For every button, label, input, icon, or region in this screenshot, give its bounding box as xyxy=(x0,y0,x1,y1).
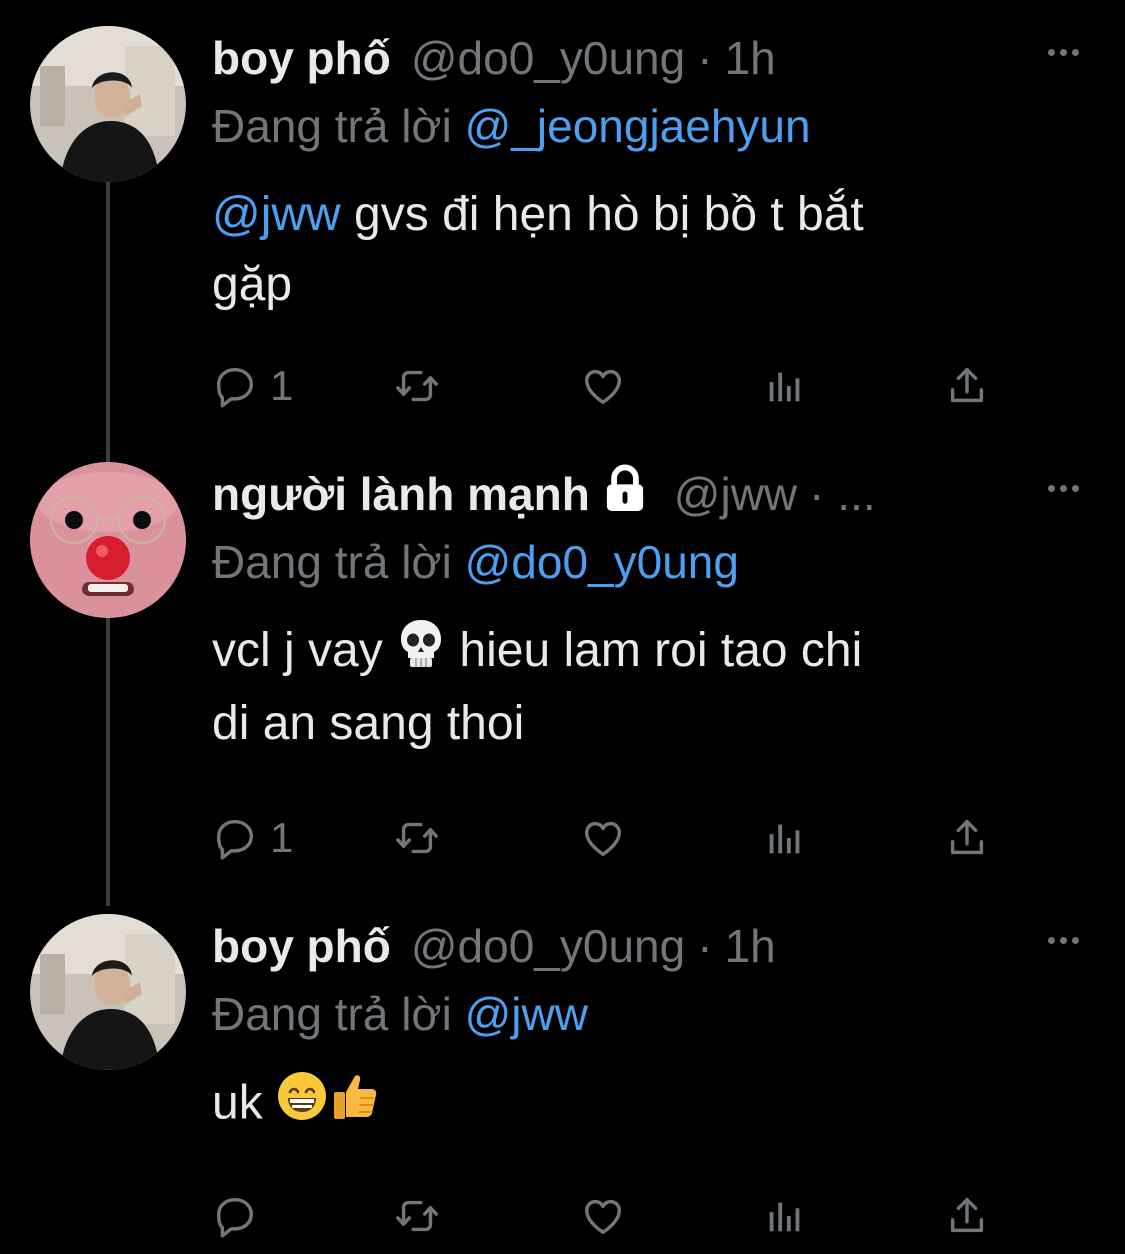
avatar[interactable] xyxy=(30,26,186,182)
retweet-icon xyxy=(396,822,438,854)
user-handle[interactable]: @do0_y0ung xyxy=(411,918,685,974)
replying-to-label: Đang trả lời xyxy=(212,988,452,1040)
reply-count: 1 xyxy=(270,814,294,861)
tweet-text: vcl j vay hieu lam roi tao chi di an san… xyxy=(212,616,1085,759)
display-name[interactable]: boy phố xyxy=(212,918,391,974)
like-button[interactable] xyxy=(580,356,626,416)
action-bar xyxy=(212,1186,1012,1246)
replying-to-link[interactable]: @jww xyxy=(465,988,588,1040)
tweet-text-line: uk xyxy=(212,1076,263,1130)
reply-icon xyxy=(216,1197,254,1238)
thumbs-up-emoji xyxy=(328,1068,384,1144)
timestamp[interactable]: 1h xyxy=(725,30,776,86)
replying-to-label: Đang trả lời xyxy=(212,100,452,152)
more-icon[interactable] xyxy=(1041,920,1085,960)
reply-button[interactable]: 1 xyxy=(212,356,293,416)
avatar[interactable] xyxy=(30,462,186,618)
share-icon xyxy=(950,819,984,855)
timestamp[interactable]: · ... xyxy=(809,466,875,522)
replying-to-label: Đang trả lời xyxy=(212,536,452,588)
share-button[interactable] xyxy=(944,356,990,416)
action-bar: 1 xyxy=(212,808,1012,868)
analytics-icon xyxy=(769,372,800,402)
analytics-button[interactable] xyxy=(762,808,808,868)
grin-emoji xyxy=(276,1070,328,1142)
like-icon xyxy=(584,821,622,857)
like-icon xyxy=(584,1199,622,1235)
replying-to: Đang trả lời @do0_y0ung xyxy=(212,530,1085,594)
avatar[interactable] xyxy=(30,914,186,1070)
reply-count: 1 xyxy=(270,362,294,409)
more-icon[interactable] xyxy=(1041,468,1085,508)
like-icon xyxy=(584,369,622,405)
tweet[interactable]: người lành mạnh @jww · ... Đang trả lời … xyxy=(0,462,1125,882)
tweet[interactable]: boy phố @do0_y0ung · 1h Đang trả lời @_j… xyxy=(0,26,1125,446)
timestamp[interactable]: 1h xyxy=(725,918,776,974)
reply-button[interactable]: 1 xyxy=(212,808,293,868)
tweet-text: uk xyxy=(212,1068,1085,1144)
action-bar: 1 xyxy=(212,356,1012,416)
tweet-text-line: di an sang thoi xyxy=(212,697,525,751)
tweet-text-line: vcl j vay xyxy=(212,624,383,677)
like-button[interactable] xyxy=(580,1186,626,1246)
lock-icon xyxy=(596,459,654,529)
retweet-icon xyxy=(396,370,438,402)
replying-to: Đang trả lời @_jeongjaehyun xyxy=(212,94,1085,158)
separator-dot: · xyxy=(697,920,713,972)
user-handle[interactable]: @jww xyxy=(674,466,797,522)
reply-icon xyxy=(216,367,254,408)
replying-to-link[interactable]: @_jeongjaehyun xyxy=(465,100,811,152)
reply-button[interactable] xyxy=(212,1186,258,1246)
analytics-button[interactable] xyxy=(762,1186,808,1246)
analytics-icon xyxy=(769,824,800,854)
tweet-text-line: hieu lam roi tao chi xyxy=(446,624,863,677)
tweet-text: @jww gvs đi hẹn hò bị bồ t bắt gặp xyxy=(212,180,1085,320)
tweet-text-line: gvs đi hẹn hò bị bồ t bắt xyxy=(340,188,864,241)
mention-link[interactable]: @jww xyxy=(212,188,341,241)
skull-emoji xyxy=(396,617,446,689)
share-icon xyxy=(950,367,984,403)
like-button[interactable] xyxy=(580,808,626,868)
share-icon xyxy=(950,1197,984,1233)
replying-to: Đang trả lời @jww xyxy=(212,982,1085,1046)
share-button[interactable] xyxy=(944,808,990,868)
user-handle[interactable]: @do0_y0ung xyxy=(411,30,685,86)
analytics-button[interactable] xyxy=(762,356,808,416)
separator-dot: · xyxy=(697,32,713,84)
retweet-button[interactable] xyxy=(394,356,440,416)
retweet-button[interactable] xyxy=(394,808,440,868)
share-button[interactable] xyxy=(944,1186,990,1246)
more-icon[interactable] xyxy=(1041,32,1085,72)
analytics-icon xyxy=(769,1202,800,1232)
tweet[interactable]: boy phố @do0_y0ung · 1h Đang trả lời @jw… xyxy=(0,914,1125,1254)
display-name[interactable]: boy phố xyxy=(212,30,391,86)
display-name[interactable]: người lành mạnh xyxy=(212,466,590,522)
reply-icon xyxy=(216,819,254,860)
replying-to-link[interactable]: @do0_y0ung xyxy=(465,536,739,588)
retweet-button[interactable] xyxy=(394,1186,440,1246)
tweet-text-line: gặp xyxy=(212,258,293,311)
retweet-icon xyxy=(396,1200,438,1232)
